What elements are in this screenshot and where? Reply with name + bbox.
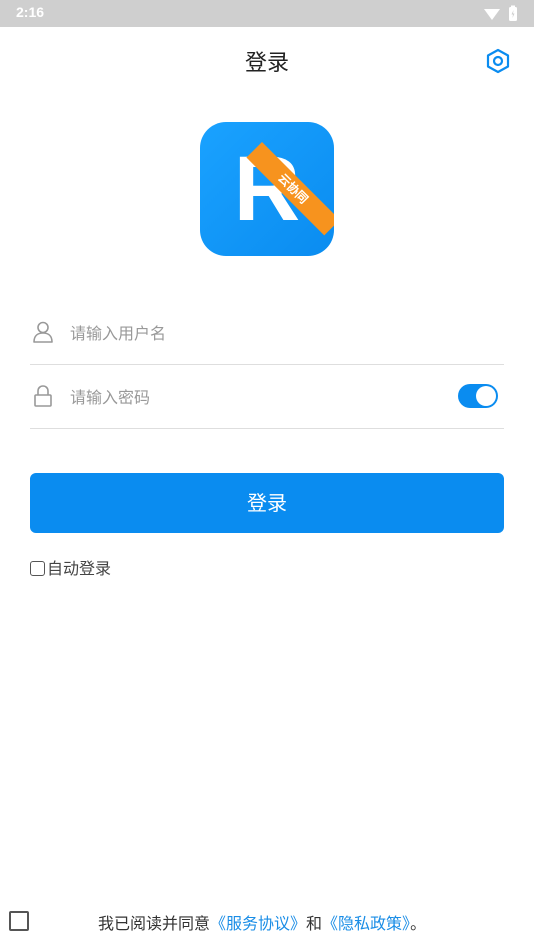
terms-link[interactable]: 《服务协议》: [210, 914, 306, 933]
page-title: 登录: [244, 51, 289, 76]
login-button[interactable]: 登录: [30, 473, 504, 533]
agreement-checkbox[interactable]: [9, 911, 29, 931]
app-logo: R 云协同: [200, 122, 334, 256]
logo-letter: R: [233, 138, 301, 240]
lock-icon: [34, 385, 52, 407]
password-field: [30, 364, 504, 429]
auto-login-checkbox[interactable]: [30, 561, 45, 576]
user-icon: [33, 321, 53, 343]
status-icons: [484, 5, 517, 21]
toggle-knob: [476, 386, 496, 406]
wifi-icon: [484, 9, 500, 20]
status-time: 2:16: [16, 4, 45, 20]
settings-icon[interactable]: [485, 48, 511, 74]
status-bar: 2:16: [0, 0, 534, 27]
auto-login-label[interactable]: 自动登录: [47, 559, 111, 578]
username-input[interactable]: [68, 318, 452, 348]
agreement-prefix: 我已阅读并同意: [98, 914, 211, 933]
username-field: [30, 300, 504, 365]
auto-login: 自动登录: [30, 555, 111, 578]
show-password-toggle[interactable]: [458, 384, 498, 408]
privacy-link[interactable]: 《隐私政策》: [322, 914, 410, 933]
battery-icon: [509, 5, 517, 21]
agreement-text: 我已阅读并同意《服务协议》和《隐私政策》。: [98, 910, 426, 934]
agreement-and: 和: [306, 914, 323, 933]
agreement-suffix: 。: [410, 914, 427, 933]
password-input[interactable]: [68, 382, 452, 412]
